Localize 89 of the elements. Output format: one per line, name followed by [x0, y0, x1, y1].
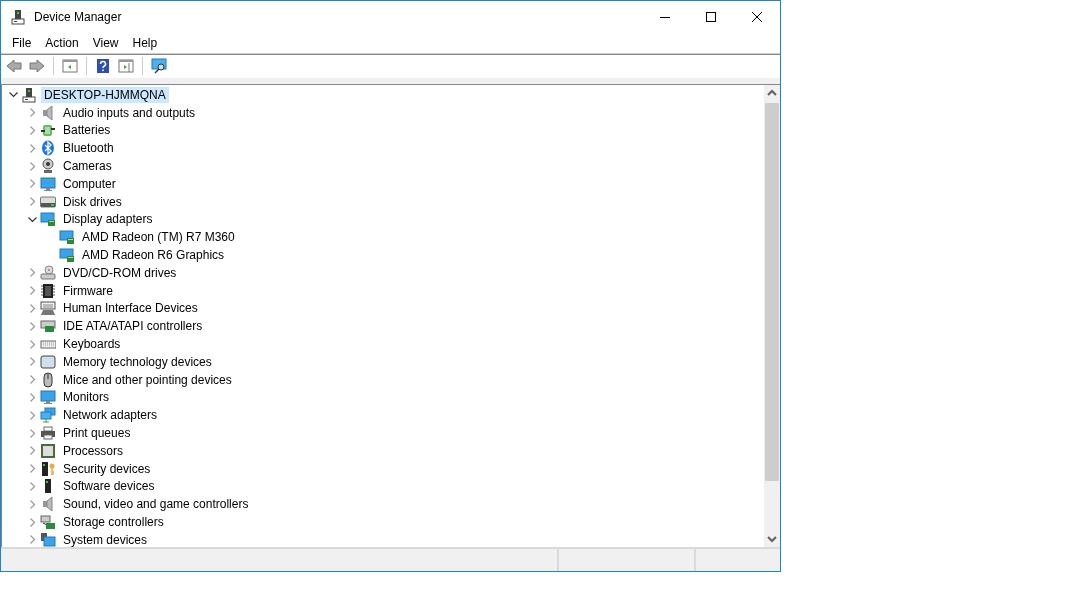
- tree-item[interactable]: Software devices: [60, 478, 158, 495]
- tree-item[interactable]: Disk drives: [60, 193, 125, 210]
- chip-icon: [40, 282, 56, 299]
- expand-chevron-icon[interactable]: [27, 535, 37, 545]
- collapse-chevron-icon[interactable]: [8, 90, 18, 100]
- expand-chevron-icon[interactable]: [27, 517, 37, 527]
- controller-card-icon: [40, 318, 56, 335]
- expand-chevron-icon[interactable]: [27, 197, 37, 207]
- memory-card-icon: [40, 353, 56, 370]
- computer-tower-icon: [21, 86, 37, 103]
- expand-chevron-icon[interactable]: [27, 179, 37, 189]
- tree-item[interactable]: Sound, video and game controllers: [60, 496, 252, 513]
- tree-item[interactable]: Processors: [60, 442, 127, 459]
- tree-item[interactable]: Security devices: [60, 460, 154, 477]
- forward-arrow-icon[interactable]: [29, 58, 45, 74]
- menu-item[interactable]: Action: [38, 35, 86, 50]
- tree-item[interactable]: Firmware: [60, 282, 116, 299]
- hard-drive-icon: [40, 193, 56, 210]
- battery-plug-icon: [40, 122, 56, 139]
- expand-chevron-icon[interactable]: [27, 286, 37, 296]
- tree-item[interactable]: Batteries: [60, 122, 114, 139]
- system-devices-icon: [40, 531, 56, 547]
- expand-chevron-icon[interactable]: [27, 108, 37, 118]
- expand-chevron-icon[interactable]: [27, 392, 37, 402]
- storage-controller-icon: [40, 514, 56, 530]
- expand-chevron-icon[interactable]: [27, 428, 37, 438]
- back-arrow-icon[interactable]: [6, 58, 22, 74]
- tree-item[interactable]: Memory technology devices: [60, 353, 215, 370]
- expand-chevron-icon[interactable]: [27, 464, 37, 474]
- processor-icon: [40, 442, 56, 459]
- action-pane-icon[interactable]: [118, 58, 134, 74]
- bluetooth-icon: [40, 140, 56, 157]
- tower-key-icon: [40, 460, 56, 477]
- tree-item[interactable]: Mice and other pointing devices: [60, 371, 235, 388]
- maximize-icon[interactable]: [706, 11, 716, 22]
- webcam-icon: [40, 158, 56, 175]
- tree-item[interactable]: DESKTOP-HJMMQNA: [41, 86, 169, 103]
- expand-chevron-icon[interactable]: [27, 161, 37, 171]
- expand-chevron-icon[interactable]: [27, 143, 37, 153]
- tree-item[interactable]: Human Interface Devices: [60, 300, 201, 317]
- expand-chevron-icon[interactable]: [27, 339, 37, 349]
- monitor-icon: [40, 175, 56, 192]
- tree-item[interactable]: Monitors: [60, 389, 112, 406]
- tree-item[interactable]: Network adapters: [60, 407, 161, 424]
- expand-chevron-icon[interactable]: [27, 499, 37, 509]
- display-card-icon: [59, 247, 75, 264]
- expand-chevron-icon[interactable]: [27, 357, 37, 367]
- speaker-icon: [40, 496, 56, 513]
- close-icon[interactable]: [752, 11, 762, 22]
- tree-item[interactable]: AMD Radeon R6 Graphics: [79, 247, 228, 264]
- keyboard-gamepad-icon: [40, 300, 56, 317]
- menu-item[interactable]: View: [85, 35, 126, 50]
- expand-chevron-icon[interactable]: [27, 410, 37, 420]
- disc-drive-icon: [40, 264, 56, 281]
- menu-item[interactable]: Help: [125, 35, 165, 50]
- collapse-chevron-icon[interactable]: [27, 214, 37, 224]
- tree-item[interactable]: DVD/CD-ROM drives: [60, 264, 180, 281]
- tree-item[interactable]: Storage controllers: [60, 514, 167, 530]
- help-icon[interactable]: [95, 58, 111, 74]
- expand-chevron-icon[interactable]: [27, 481, 37, 491]
- printer-icon: [40, 425, 56, 442]
- tree-item[interactable]: Keyboards: [60, 336, 124, 353]
- network-computers-icon: [40, 407, 56, 424]
- tree-item[interactable]: System devices: [60, 531, 151, 547]
- display-card-icon: [59, 229, 75, 246]
- expand-chevron-icon[interactable]: [27, 126, 37, 135]
- tree-item[interactable]: Audio inputs and outputs: [60, 104, 199, 121]
- vertical-scrollbar[interactable]: [764, 85, 780, 547]
- expand-chevron-icon[interactable]: [27, 321, 37, 331]
- display-card-icon: [40, 211, 56, 228]
- monitor-icon: [40, 389, 56, 406]
- tree-item[interactable]: Display adapters: [60, 211, 156, 228]
- tree-item[interactable]: IDE ATA/ATAPI controllers: [60, 318, 206, 335]
- tree-item[interactable]: Computer: [60, 175, 119, 192]
- app-icon: [10, 8, 26, 25]
- expand-chevron-icon[interactable]: [27, 303, 37, 313]
- tree-item[interactable]: Cameras: [60, 158, 115, 175]
- scan-monitor-icon[interactable]: [151, 58, 167, 74]
- tree-item[interactable]: AMD Radeon (TM) R7 M360: [79, 229, 238, 246]
- expand-chevron-icon[interactable]: [27, 446, 37, 456]
- scrollbar-thumb[interactable]: [765, 103, 779, 481]
- tree-item[interactable]: Bluetooth: [60, 140, 117, 157]
- speaker-icon: [40, 104, 56, 121]
- expand-chevron-icon[interactable]: [27, 268, 37, 278]
- window-title: Device Manager: [34, 9, 122, 24]
- panel-window-icon[interactable]: [62, 58, 78, 74]
- menu-item[interactable]: File: [5, 35, 39, 50]
- expand-chevron-icon[interactable]: [27, 375, 37, 385]
- tree-item[interactable]: Print queues: [60, 425, 134, 442]
